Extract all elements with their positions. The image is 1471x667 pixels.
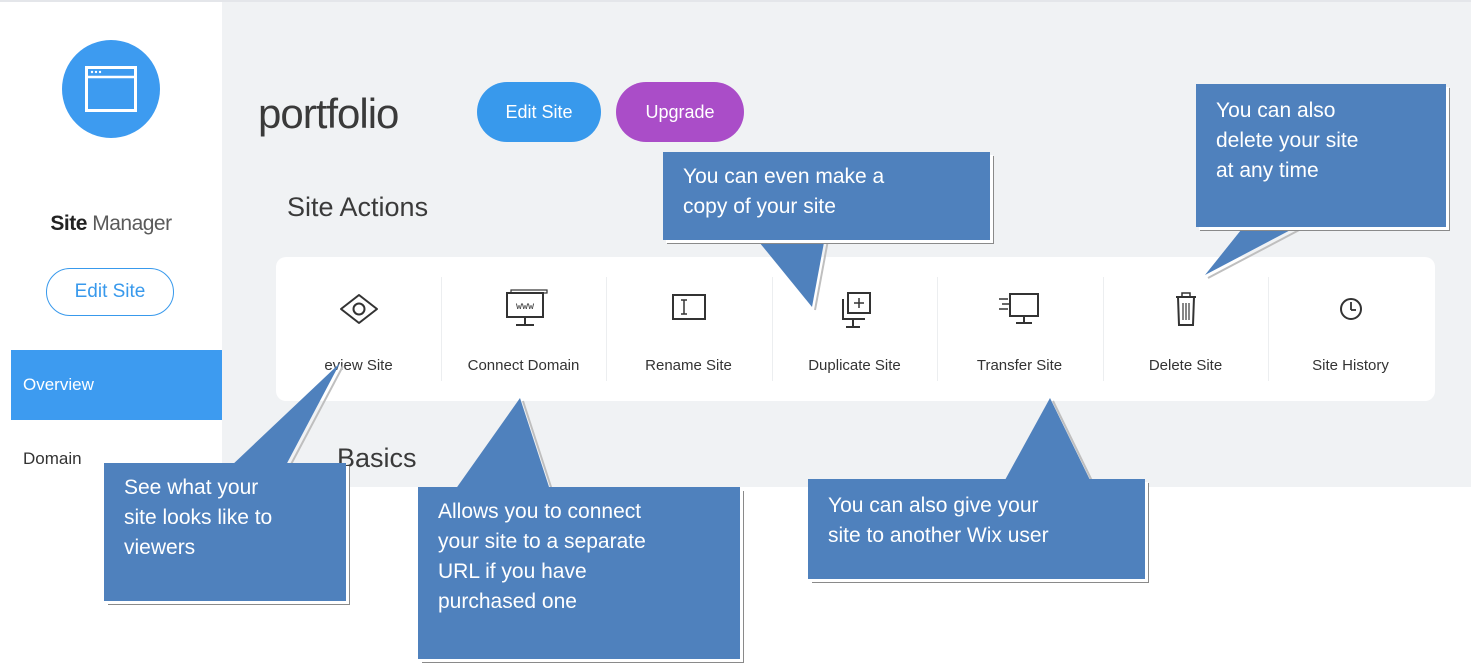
callout-line: You can even make a bbox=[683, 165, 885, 188]
delete-callout-tail bbox=[1205, 225, 1300, 275]
callout-line: purchased one bbox=[438, 590, 577, 613]
callout-line: URL if you have bbox=[438, 560, 587, 583]
callout-line: copy of your site bbox=[683, 195, 836, 218]
transfer-callout-tail bbox=[1005, 398, 1090, 480]
callout-line: at any time bbox=[1216, 159, 1319, 182]
callout-line: viewers bbox=[124, 536, 196, 559]
callout-preview: See what your site looks like to viewers bbox=[104, 463, 346, 601]
callout-duplicate: You can even make a copy of your site bbox=[663, 152, 990, 240]
preview-callout-tail bbox=[230, 363, 340, 467]
callout-line: See what your bbox=[124, 476, 259, 499]
callout-line: You can also bbox=[1216, 99, 1336, 122]
callout-connect-domain: Allows you to connect your site to a sep… bbox=[418, 487, 740, 659]
callout-line: site to another Wix user bbox=[828, 524, 1049, 547]
callout-line: delete your site bbox=[1216, 129, 1359, 152]
callout-transfer: You can also give your site to another W… bbox=[808, 479, 1145, 579]
duplicate-callout-tail bbox=[755, 237, 825, 307]
callout-line: your site to a separate bbox=[438, 530, 646, 553]
callout-line: You can also give your bbox=[828, 494, 1039, 517]
callout-line: site looks like to bbox=[124, 506, 273, 529]
callout-delete: You can also delete your site at any tim… bbox=[1196, 84, 1446, 227]
connect-callout-tail bbox=[455, 398, 550, 490]
callout-line: Allows you to connect bbox=[438, 500, 642, 523]
